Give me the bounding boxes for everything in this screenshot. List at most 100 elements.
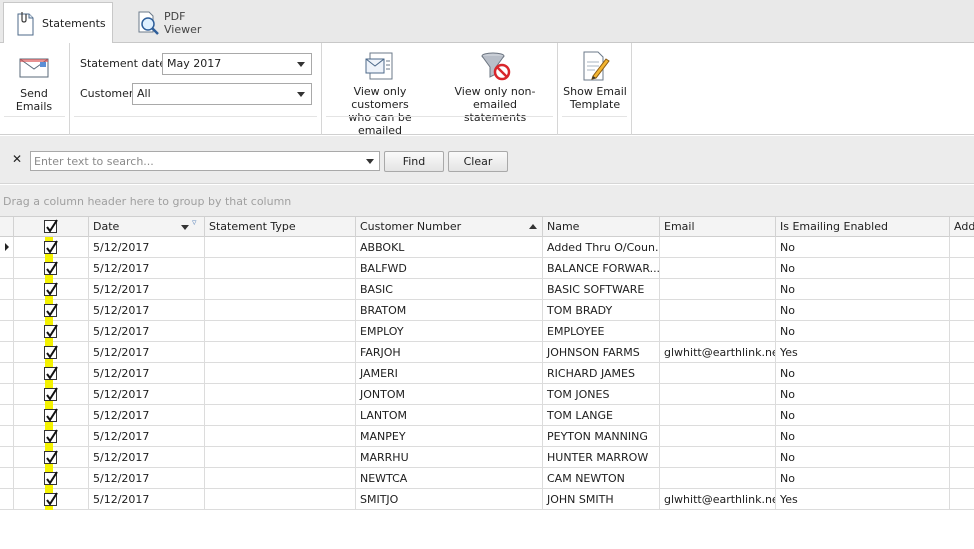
chevron-down-icon[interactable] — [366, 159, 374, 164]
cell-select[interactable] — [14, 384, 89, 405]
cell-select[interactable] — [14, 342, 89, 363]
column-header-select[interactable] — [14, 217, 89, 237]
cell-customer-number[interactable]: EMPLOY — [356, 321, 543, 342]
row-checkbox[interactable] — [44, 282, 58, 296]
cell-customer-number[interactable]: MARRHU — [356, 447, 543, 468]
cell-additional[interactable] — [950, 342, 974, 363]
row-indicator[interactable] — [0, 237, 14, 258]
row-checkbox[interactable] — [44, 429, 58, 443]
table-row[interactable]: 5/12/2017 FARJOH JOHNSON FARMS glwhitt@eart… — [0, 342, 974, 363]
cell-email[interactable] — [660, 237, 776, 258]
row-checkbox[interactable] — [44, 387, 58, 401]
find-button[interactable]: Find — [384, 151, 444, 172]
cell-name[interactable]: PEYTON MANNING — [543, 426, 660, 447]
table-row[interactable]: 5/12/2017 JAMERI RICHARD JAMES No — [0, 363, 974, 384]
table-row[interactable]: 5/12/2017 BRATOM TOM BRADY No — [0, 300, 974, 321]
column-header-customer-number[interactable]: Customer Number — [356, 217, 543, 237]
cell-customer-number[interactable]: NEWTCA — [356, 468, 543, 489]
row-checkbox[interactable] — [44, 303, 58, 317]
cell-additional[interactable] — [950, 279, 974, 300]
cell-is-emailing-enabled[interactable]: No — [776, 384, 950, 405]
row-indicator[interactable] — [0, 342, 14, 363]
cell-statement-type[interactable] — [205, 468, 356, 489]
cell-customer-number[interactable]: JONTOM — [356, 384, 543, 405]
column-header-statement-type[interactable]: Statement Type — [205, 217, 356, 237]
cell-additional[interactable] — [950, 468, 974, 489]
column-header-email[interactable]: Email — [660, 217, 776, 237]
row-indicator[interactable] — [0, 384, 14, 405]
cell-is-emailing-enabled[interactable]: No — [776, 426, 950, 447]
cell-date[interactable]: 5/12/2017 — [89, 468, 205, 489]
row-indicator[interactable] — [0, 405, 14, 426]
row-checkbox[interactable] — [44, 240, 58, 254]
cell-date[interactable]: 5/12/2017 — [89, 363, 205, 384]
cell-statement-type[interactable] — [205, 405, 356, 426]
cell-statement-type[interactable] — [205, 426, 356, 447]
row-checkbox[interactable] — [44, 492, 58, 506]
cell-email[interactable]: glwhitt@earthlink.net — [660, 342, 776, 363]
cell-date[interactable]: 5/12/2017 — [89, 258, 205, 279]
row-indicator[interactable] — [0, 321, 14, 342]
row-checkbox[interactable] — [44, 408, 58, 422]
cell-customer-number[interactable]: BALFWD — [356, 258, 543, 279]
cell-name[interactable]: EMPLOYEE — [543, 321, 660, 342]
cell-email[interactable] — [660, 258, 776, 279]
cell-email[interactable] — [660, 279, 776, 300]
row-checkbox[interactable] — [44, 471, 58, 485]
cell-select[interactable] — [14, 300, 89, 321]
cell-is-emailing-enabled[interactable]: No — [776, 468, 950, 489]
tab-pdf-viewer[interactable]: PDF Viewer — [126, 2, 236, 43]
cell-is-emailing-enabled[interactable]: No — [776, 447, 950, 468]
row-indicator[interactable] — [0, 363, 14, 384]
close-icon[interactable]: ✕ — [12, 152, 22, 166]
cell-additional[interactable] — [950, 426, 974, 447]
cell-name[interactable]: BALANCE FORWAR... — [543, 258, 660, 279]
cell-name[interactable]: CAM NEWTON — [543, 468, 660, 489]
cell-select[interactable] — [14, 363, 89, 384]
cell-name[interactable]: JOHN SMITH — [543, 489, 660, 510]
statement-date-select[interactable]: May 2017 — [162, 53, 312, 75]
customer-select[interactable]: All — [132, 83, 312, 105]
table-row[interactable]: 5/12/2017 BALFWD BALANCE FORWAR... No — [0, 258, 974, 279]
view-emailable-customers-button[interactable]: View only customers who can be emailed — [328, 49, 432, 137]
tab-statements[interactable]: Statements — [3, 2, 113, 44]
cell-customer-number[interactable]: LANTOM — [356, 405, 543, 426]
cell-customer-number[interactable]: SMITJO — [356, 489, 543, 510]
column-header-date[interactable]: Date ▿ — [89, 217, 205, 237]
cell-statement-type[interactable] — [205, 384, 356, 405]
cell-customer-number[interactable]: BRATOM — [356, 300, 543, 321]
table-row[interactable]: 5/12/2017 LANTOM TOM LANGE No — [0, 405, 974, 426]
cell-select[interactable] — [14, 447, 89, 468]
cell-is-emailing-enabled[interactable]: No — [776, 258, 950, 279]
cell-name[interactable]: TOM BRADY — [543, 300, 660, 321]
row-checkbox[interactable] — [44, 261, 58, 275]
cell-statement-type[interactable] — [205, 279, 356, 300]
send-emails-button[interactable]: Send Emails — [3, 51, 65, 113]
row-checkbox[interactable] — [44, 324, 58, 338]
cell-select[interactable] — [14, 258, 89, 279]
cell-select[interactable] — [14, 237, 89, 258]
cell-statement-type[interactable] — [205, 363, 356, 384]
chevron-down-icon[interactable] — [297, 62, 305, 67]
cell-additional[interactable] — [950, 447, 974, 468]
cell-name[interactable]: BASIC SOFTWARE — [543, 279, 660, 300]
cell-additional[interactable] — [950, 363, 974, 384]
cell-date[interactable]: 5/12/2017 — [89, 489, 205, 510]
cell-name[interactable]: JOHNSON FARMS — [543, 342, 660, 363]
cell-name[interactable]: Added Thru O/Coun... — [543, 237, 660, 258]
cell-is-emailing-enabled[interactable]: No — [776, 279, 950, 300]
cell-date[interactable]: 5/12/2017 — [89, 384, 205, 405]
cell-is-emailing-enabled[interactable]: No — [776, 321, 950, 342]
cell-select[interactable] — [14, 279, 89, 300]
cell-statement-type[interactable] — [205, 300, 356, 321]
cell-is-emailing-enabled[interactable]: No — [776, 405, 950, 426]
cell-date[interactable]: 5/12/2017 — [89, 447, 205, 468]
cell-statement-type[interactable] — [205, 489, 356, 510]
cell-statement-type[interactable] — [205, 342, 356, 363]
cell-date[interactable]: 5/12/2017 — [89, 321, 205, 342]
cell-date[interactable]: 5/12/2017 — [89, 405, 205, 426]
table-row[interactable]: 5/12/2017 BASIC BASIC SOFTWARE No — [0, 279, 974, 300]
cell-email[interactable] — [660, 384, 776, 405]
table-row[interactable]: 5/12/2017 NEWTCA CAM NEWTON No — [0, 468, 974, 489]
row-indicator[interactable] — [0, 468, 14, 489]
